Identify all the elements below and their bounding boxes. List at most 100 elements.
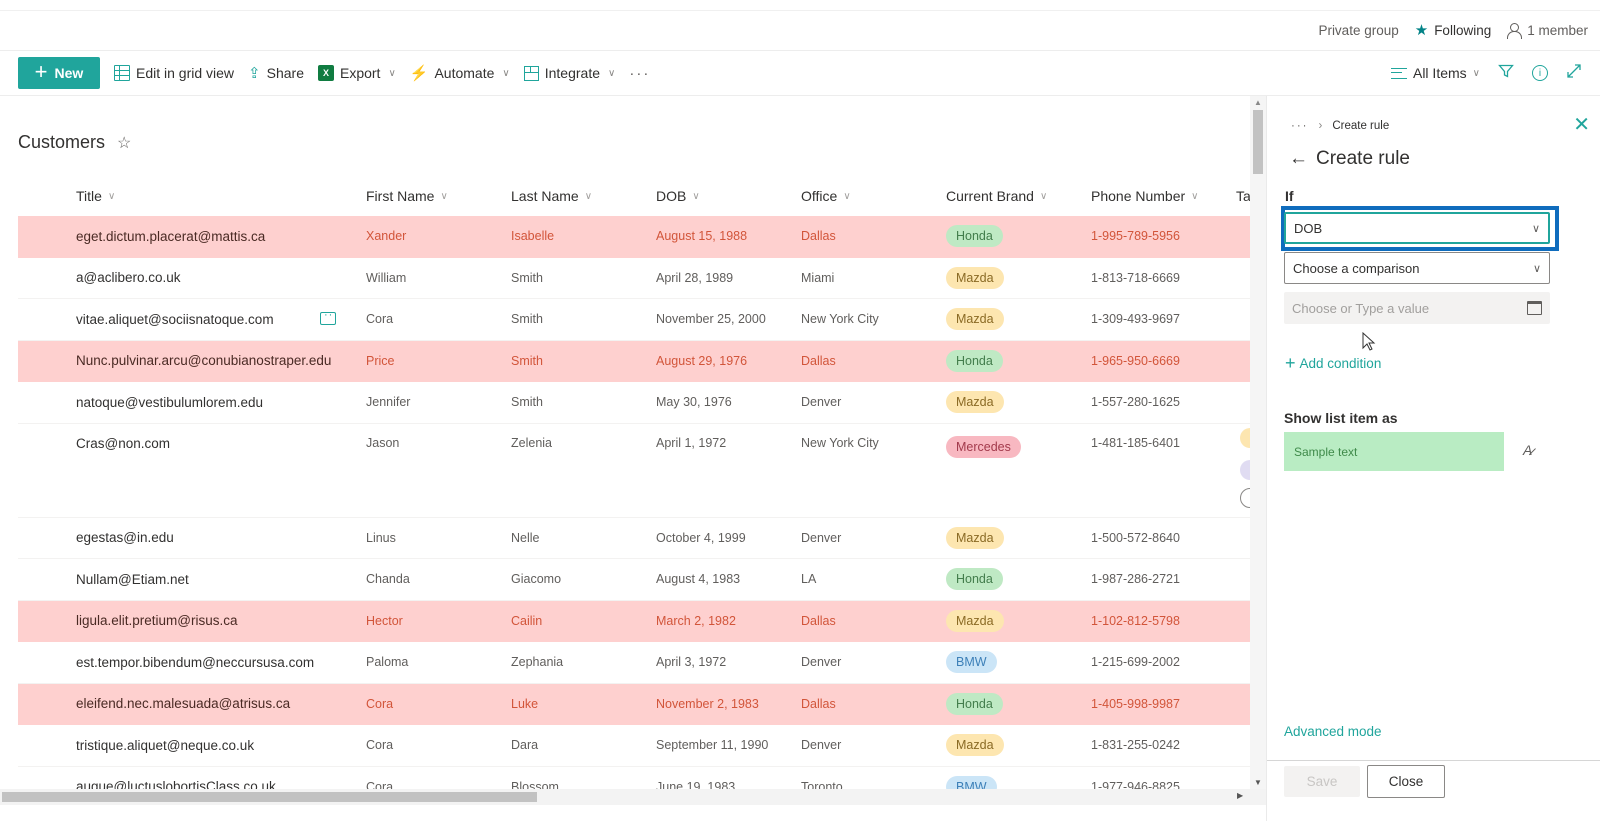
cell-current-brand: Mazda [946,266,1091,289]
table-row[interactable]: vitae.aliquet@sociisnatoque.com Cora Smith… [18,299,1250,341]
table-row[interactable]: egestas@in.edu Linus Nelle October 4, 1999 D… [18,518,1250,559]
title-text[interactable]: ligula.elit.pretium@risus.ca [76,613,238,628]
new-button[interactable]: + New [18,57,100,89]
automate-icon: ⚡ [409,65,429,82]
horizontal-scrollbar[interactable]: ▶ [0,789,1266,805]
cell-title[interactable]: a@aclibero.co.uk [18,270,366,285]
add-condition-link[interactable]: + Add condition [1285,354,1381,372]
table-row[interactable]: Nullam@Etiam.net Chanda Giacomo August 4, 1… [18,559,1250,601]
cell-title[interactable]: est.tempor.bibendum@neccursusa.com [18,655,366,670]
scrollbar-thumb[interactable] [1253,110,1263,174]
scroll-down-icon[interactable]: ▼ [1254,778,1262,787]
column-header-office[interactable]: Office ∨ [801,188,946,204]
scrollbar-thumb[interactable] [2,792,537,802]
cell-phone-number: 1-995-789-5956 [1091,229,1180,244]
column-header-last-name[interactable]: Last Name ∨ [511,188,656,204]
cell-title[interactable]: eget.dictum.placerat@mattis.ca [18,229,366,244]
title-text[interactable]: egestas@in.edu [76,530,174,545]
title-text[interactable]: Nunc.pulvinar.arcu@conubianostraper.edu [76,353,331,368]
cell-phone-number: 1-813-718-6669 [1091,270,1180,285]
following-button[interactable]: ★ Following [1415,21,1491,39]
table-row[interactable]: a@aclibero.co.uk William Smith April 28, 19… [18,258,1250,299]
cell-dob: March 2, 1982 [656,613,736,628]
comment-icon[interactable] [320,309,336,325]
column-header-truncated[interactable]: Ta [1236,188,1250,204]
table-row[interactable]: est.tempor.bibendum@neccursusa.com Paloma… [18,642,1250,684]
scroll-up-icon[interactable]: ▲ [1254,98,1262,107]
chevron-down-icon: ∨ [1191,190,1199,202]
cell-title[interactable]: ligula.elit.pretium@risus.ca [18,613,366,628]
cell-phone-number: 1-500-572-8640 [1091,530,1180,545]
advanced-mode-link[interactable]: Advanced mode [1284,724,1382,739]
title-text[interactable]: eleifend.nec.malesuada@atrisus.ca [76,696,290,711]
cell-title[interactable]: eleifend.nec.malesuada@atrisus.ca [18,696,366,711]
column-header-current-brand[interactable]: Current Brand ∨ [946,188,1091,204]
cell-title[interactable]: Nunc.pulvinar.arcu@conubianostraper.edu [18,353,366,368]
title-text[interactable]: est.tempor.bibendum@neccursusa.com [76,655,314,670]
breadcrumb-more-button[interactable]: ··· [1291,120,1309,132]
title-text[interactable]: Nullam@Etiam.net [76,572,189,587]
panel-title-text: Create rule [1316,148,1410,169]
close-button[interactable]: Close [1367,765,1445,798]
table-body: eget.dictum.placerat@mattis.ca Xander Isab… [18,216,1260,808]
title-text[interactable]: a@aclibero.co.uk [76,270,181,285]
table-row[interactable]: tristique.aliquet@neque.co.uk Cora Dara Sep… [18,725,1250,767]
chevron-down-icon: ∨ [502,67,510,79]
table-row[interactable]: ligula.elit.pretium@risus.ca Hector Cailin… [18,600,1250,642]
column-header-phone-number[interactable]: Phone Number ∨ [1091,188,1236,204]
cell-title[interactable]: egestas@in.edu [18,530,366,545]
close-icon[interactable]: ✕ [1573,112,1590,137]
export-button[interactable]: X Export ∨ [317,57,396,89]
text-format-icon[interactable]: A̷ [1523,442,1532,458]
title-text[interactable]: eget.dictum.placerat@mattis.ca [76,229,265,244]
format-preview[interactable]: Sample text [1284,432,1504,471]
cell-phone-number: 1-215-699-2002 [1091,655,1180,670]
brand-pill: Mazda [946,308,1004,331]
cell-last-name: Zephania [511,655,564,670]
title-text[interactable]: Cras@non.com [76,436,170,451]
cell-title[interactable]: vitae.aliquet@sociisnatoque.com [18,309,366,327]
cell-current-brand: Mazda [946,609,1091,632]
automate-button[interactable]: ⚡ Automate ∨ [410,57,510,89]
share-button[interactable]: ⇪ Share [248,57,304,89]
column-label: Office [801,188,838,204]
integrate-button[interactable]: Integrate ∨ [523,57,615,89]
table-row[interactable]: natoque@vestibulumlorem.edu Jennifer Smith… [18,382,1250,424]
integrate-icon [523,65,539,81]
cell-title[interactable]: natoque@vestibulumlorem.edu [18,395,366,410]
value-input[interactable]: Choose or Type a value [1284,292,1550,324]
calendar-icon[interactable] [1527,301,1542,315]
view-selector[interactable]: All Items ∨ [1390,65,1480,81]
cell-title[interactable]: Nullam@Etiam.net [18,572,366,587]
comparison-dropdown[interactable]: Choose a comparison ∨ [1284,252,1550,284]
column-select-dropdown[interactable]: DOB ∨ [1284,212,1550,244]
chevron-right-icon: › [1318,120,1323,132]
table-row[interactable]: Cras@non.com Jason Zelenia April 1, 1972 New… [18,424,1260,518]
members-button[interactable]: 1 member [1507,22,1588,39]
column-header-dob[interactable]: DOB ∨ [656,188,801,204]
title-text[interactable]: natoque@vestibulumlorem.edu [76,395,263,410]
cell-title[interactable]: tristique.aliquet@neque.co.uk [18,738,366,753]
edit-grid-view-button[interactable]: Edit in grid view [114,57,234,89]
table-row[interactable]: Nunc.pulvinar.arcu@conubianostraper.edu P… [18,340,1250,382]
column-header-title[interactable]: Title ∨ [18,188,366,204]
filter-icon[interactable] [1498,63,1514,84]
more-options-button[interactable]: ··· [629,57,650,89]
table-row[interactable]: eget.dictum.placerat@mattis.ca Xander Isab… [18,216,1250,258]
column-label: DOB [656,188,687,204]
column-header-first-name[interactable]: First Name ∨ [366,188,511,204]
back-arrow-icon[interactable]: ← [1289,148,1308,170]
info-icon[interactable]: i [1532,65,1548,81]
vertical-scrollbar[interactable]: ▲ ▼ [1250,96,1266,793]
favorite-star-icon[interactable]: ☆ [117,133,131,153]
cell-title[interactable]: Cras@non.com [18,436,366,451]
cell-office: LA [801,572,817,587]
title-text[interactable]: vitae.aliquet@sociisnatoque.com [76,312,274,327]
integrate-label: Integrate [544,65,600,81]
scroll-right-icon[interactable]: ▶ [1237,791,1243,800]
expand-icon[interactable] [1566,63,1582,84]
table-row[interactable]: eleifend.nec.malesuada@atrisus.ca Cora Luk… [18,683,1250,725]
cell-current-brand: Mazda [946,391,1091,414]
save-button[interactable]: Save [1284,766,1360,797]
title-text[interactable]: tristique.aliquet@neque.co.uk [76,738,254,753]
